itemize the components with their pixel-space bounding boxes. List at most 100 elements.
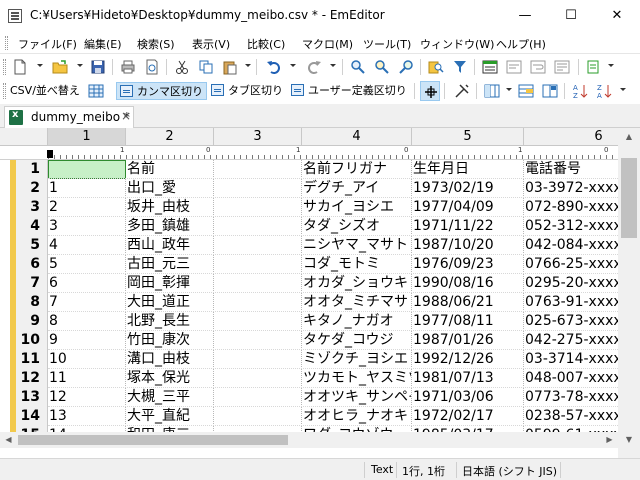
table-row[interactable]: 3 2 坂井_由枝 サカイ_ヨシエ 1977/04/09 072-890-xxxx	[0, 198, 618, 217]
menu-file[interactable]: ファイル(F)	[18, 36, 77, 52]
table-cell[interactable]: 北野_長生	[126, 312, 214, 331]
table-cell[interactable]: 名前	[126, 160, 214, 179]
table-row[interactable]: 11 10 溝口_由枝 ミゾクチ_ヨシエ 1992/12/26 03-3714-xxxx	[0, 350, 618, 369]
table-cell[interactable]: キタノ_ナガオ	[302, 312, 412, 331]
table-row[interactable]: 2 1 出口_愛 デグチ_アイ 1973/02/19 03-3972-xxxx	[0, 179, 618, 198]
plugins-dropdown-icon[interactable]	[608, 64, 614, 67]
row-number[interactable]: 7	[16, 274, 40, 293]
table-cell[interactable]: 竹田_康次	[126, 331, 214, 350]
table-cell[interactable]: 5	[48, 255, 126, 274]
tab-separated-button[interactable]: タブ区切り	[208, 82, 286, 100]
menu-window[interactable]: ウィンドウ(W)	[420, 36, 494, 52]
table-cell[interactable]	[214, 331, 302, 350]
table-cell[interactable]: コダ_モトミ	[302, 255, 412, 274]
table-cell[interactable]: 1987/01/26	[412, 331, 524, 350]
table-cell[interactable]: 03-3714-xxxx	[524, 350, 618, 369]
toolbar-grip-handle[interactable]	[3, 59, 6, 75]
menu-macro[interactable]: マクロ(M)	[302, 36, 353, 52]
select-cell-icon[interactable]	[420, 81, 440, 101]
menu-tools[interactable]: ツール(T)	[363, 36, 411, 52]
table-cell[interactable]: 042-084-xxxx	[524, 236, 618, 255]
row-number[interactable]: 3	[16, 198, 40, 217]
new-file-icon[interactable]	[10, 57, 30, 77]
csv-tools-icon[interactable]	[452, 81, 472, 101]
active-cell[interactable]	[48, 160, 126, 179]
row-number[interactable]: 5	[16, 236, 40, 255]
table-cell[interactable]	[214, 160, 302, 179]
table-cell[interactable]	[214, 293, 302, 312]
table-cell[interactable]: 1976/09/23	[412, 255, 524, 274]
column-header-6[interactable]: 6	[524, 128, 618, 145]
column-layout-icon[interactable]	[482, 81, 502, 101]
table-cell[interactable]	[214, 236, 302, 255]
row-number[interactable]: 1	[16, 160, 40, 179]
copy-icon[interactable]	[196, 57, 216, 77]
table-cell[interactable]: 2	[48, 198, 126, 217]
table-cell[interactable]: 電話番号	[524, 160, 618, 179]
menu-search[interactable]: 検索(S)	[137, 36, 175, 52]
table-cell[interactable]: 1977/08/11	[412, 312, 524, 331]
row-number[interactable]: 10	[16, 331, 40, 350]
redo-icon[interactable]	[304, 57, 324, 77]
csv-view-icon[interactable]	[86, 81, 106, 101]
table-cell[interactable]: 1992/12/26	[412, 350, 524, 369]
table-cell[interactable]: 0763-91-xxxx	[524, 293, 618, 312]
table-cell[interactable]: 0773-78-xxxx	[524, 388, 618, 407]
table-cell[interactable]	[214, 217, 302, 236]
table-cell[interactable]	[214, 312, 302, 331]
table-cell[interactable]: 0295-20-xxxx	[524, 274, 618, 293]
table-cell[interactable]: 大槻_三平	[126, 388, 214, 407]
table-cell[interactable]: 10	[48, 350, 126, 369]
table-cell[interactable]	[214, 407, 302, 426]
scroll-left-arrow-icon[interactable]: ◀	[0, 432, 17, 448]
table-row[interactable]: 13 12 大槻_三平 オオツキ_サンペイ 1971/03/06 0773-78-xxxx	[0, 388, 618, 407]
open-folder-icon[interactable]	[50, 57, 70, 77]
filter-icon[interactable]	[450, 57, 470, 77]
table-cell[interactable]: ミゾクチ_ヨシエ	[302, 350, 412, 369]
table-cell[interactable]: 西山_政年	[126, 236, 214, 255]
row-number[interactable]: 2	[16, 179, 40, 198]
table-cell[interactable]: ニシヤマ_マサト	[302, 236, 412, 255]
vertical-scrollbar[interactable]: ▲ ▼	[618, 128, 640, 448]
table-cell[interactable]: 1990/08/16	[412, 274, 524, 293]
scroll-up-arrow-icon[interactable]: ▲	[618, 128, 640, 145]
table-cell[interactable]	[214, 369, 302, 388]
table-cell[interactable]: 1971/03/06	[412, 388, 524, 407]
table-cell[interactable]: 1973/02/19	[412, 179, 524, 198]
table-cell[interactable]: 12	[48, 388, 126, 407]
csv-grid[interactable]: 1 名前 名前フリガナ 生年月日 電話番号 2 1 出口_愛 デグチ_アイ 1973/02/19 0…	[0, 160, 618, 432]
status-mode[interactable]: Text	[371, 463, 393, 476]
horizontal-scrollbar[interactable]: ◀ ▶	[0, 432, 618, 448]
table-row[interactable]: 8 7 大田_道正 オオタ_ミチマサ 1988/06/21 0763-91-xxxx	[0, 293, 618, 312]
table-cell[interactable]: オカダ_ショウキ	[302, 274, 412, 293]
horizontal-scroll-thumb[interactable]	[18, 435, 288, 445]
table-row[interactable]: 9 8 北野_長生 キタノ_ナガオ 1977/08/11 025-673-xxxx	[0, 312, 618, 331]
close-button[interactable]: ✕	[594, 0, 640, 32]
table-cell[interactable]: 坂井_由枝	[126, 198, 214, 217]
table-cell[interactable]: 古田_元三	[126, 255, 214, 274]
table-cell[interactable]: サカイ_ヨシエ	[302, 198, 412, 217]
minimize-button[interactable]: —	[502, 0, 548, 32]
split-column-icon[interactable]	[540, 81, 560, 101]
table-cell[interactable]: 1971/11/22	[412, 217, 524, 236]
maximize-button[interactable]: ☐	[548, 0, 594, 32]
scroll-right-arrow-icon[interactable]: ▶	[601, 432, 618, 448]
table-cell[interactable]: 大田_道正	[126, 293, 214, 312]
vertical-scroll-thumb[interactable]	[621, 158, 637, 238]
table-cell[interactable]: 1	[48, 179, 126, 198]
table-cell[interactable]: 0238-57-xxxx	[524, 407, 618, 426]
comma-separated-button[interactable]: カンマ区切り	[116, 82, 207, 100]
csv-sort-button[interactable]: CSV/並べ替え	[6, 82, 83, 100]
table-cell[interactable]: 1988/06/21	[412, 293, 524, 312]
user-defined-separated-button[interactable]: ユーザー定義区切り	[288, 82, 410, 100]
table-cell[interactable]	[214, 274, 302, 293]
row-number[interactable]: 8	[16, 293, 40, 312]
table-row[interactable]: 4 3 多田_鎮雄 タダ_シズオ 1971/11/22 052-312-xxxx	[0, 217, 618, 236]
table-cell[interactable]: 0766-25-xxxx	[524, 255, 618, 274]
table-row[interactable]: 1 名前 名前フリガナ 生年月日 電話番号	[0, 160, 618, 179]
column-layout-dropdown-icon[interactable]	[506, 88, 512, 91]
table-cell[interactable]: 溝口_由枝	[126, 350, 214, 369]
column-header-5[interactable]: 5	[412, 128, 524, 145]
table-cell[interactable]: 岡田_彰揮	[126, 274, 214, 293]
column-header-4[interactable]: 4	[302, 128, 412, 145]
